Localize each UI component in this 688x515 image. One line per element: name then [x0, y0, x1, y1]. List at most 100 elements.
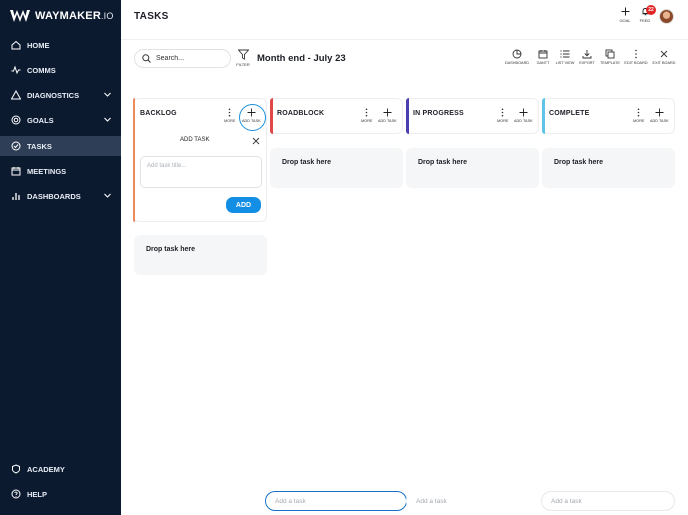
search-input[interactable] — [156, 55, 226, 62]
sidebar-item-label: DIAGNOSTICS — [27, 90, 80, 100]
chevron-down-icon — [104, 92, 111, 97]
sidebar: WAYMAKER.IO HOME COMMS DIAGNOSTICS GOALS… — [0, 0, 121, 515]
plus-icon — [655, 108, 664, 117]
add-task-label: ADD TASK — [378, 119, 397, 123]
edit-board-button[interactable]: EDIT BOARD — [623, 49, 649, 65]
tool-label: LIST VIEW — [555, 61, 575, 65]
drop-zone-backlog[interactable]: Drop task here — [134, 235, 267, 275]
column-backlog: BACKLOG MORE ADD TASK ADD TASK ADD — [133, 98, 267, 222]
sidebar-item-help[interactable]: HELP — [0, 484, 121, 504]
feed-button[interactable]: 22 FEED — [636, 5, 656, 23]
column-add-task-button[interactable]: ADD TASK — [378, 108, 397, 123]
home-icon — [10, 40, 21, 51]
column-more-button[interactable]: MORE — [633, 108, 644, 123]
sidebar-item-meetings[interactable]: MEETINGS — [0, 161, 121, 181]
column-add-task-button[interactable]: ADD TASK — [242, 108, 261, 123]
brand-logo[interactable]: WAYMAKER.IO — [10, 9, 114, 23]
column-roadblock: ROADBLOCK MORE ADD TASK — [270, 98, 403, 134]
download-icon — [582, 50, 592, 59]
tool-label: EXPORT — [579, 61, 595, 65]
sidebar-item-tasks[interactable]: TASKS — [0, 136, 121, 156]
tool-label: DASHBOARD — [505, 61, 530, 65]
brand-name: WAYMAKER — [35, 10, 101, 22]
pulse-icon — [10, 65, 21, 76]
column-accent — [133, 98, 135, 222]
column-complete: COMPLETE MORE ADD TASK — [542, 98, 675, 134]
drop-zone-in-progress[interactable]: Drop task here — [406, 148, 539, 188]
sidebar-item-label: ACADEMY — [27, 464, 65, 474]
more-label: MORE — [497, 119, 509, 123]
calendar-icon — [10, 166, 21, 177]
more-vertical-icon — [228, 108, 231, 117]
sidebar-item-label: GOALS — [27, 115, 54, 125]
search-icon — [142, 54, 151, 63]
calendar-icon — [538, 50, 548, 59]
column-accent — [270, 98, 273, 134]
plus-icon — [519, 108, 528, 117]
list-icon — [560, 50, 570, 58]
add-button[interactable]: ADD — [226, 197, 261, 213]
add-task-label: ADD TASK — [242, 119, 261, 123]
column-accent — [542, 98, 545, 134]
add-a-task-input-roadblock[interactable] — [265, 491, 407, 511]
add-a-task-input-in-progress[interactable] — [406, 491, 538, 511]
tool-label: TEMPLATE — [600, 61, 620, 65]
drop-zone-complete[interactable]: Drop task here — [542, 148, 675, 188]
more-label: MORE — [361, 119, 373, 123]
sidebar-item-diagnostics[interactable]: DIAGNOSTICS — [0, 85, 121, 105]
sidebar-item-academy[interactable]: ACADEMY — [0, 459, 121, 479]
help-icon — [10, 489, 21, 500]
sidebar-item-label: DASHBOARDS — [27, 191, 81, 201]
sidebar-item-dashboards[interactable]: DASHBOARDS — [0, 186, 121, 206]
filter-icon — [237, 49, 249, 60]
plus-icon — [247, 108, 256, 117]
board-title: Month end - July 23 — [257, 53, 346, 64]
export-button[interactable]: EXPORT — [578, 49, 596, 65]
bar-chart-icon — [10, 191, 21, 202]
template-button[interactable]: TEMPLATE — [599, 49, 621, 65]
sidebar-item-comms[interactable]: COMMS — [0, 60, 121, 80]
chevron-down-icon — [104, 193, 111, 198]
sidebar-item-goals[interactable]: GOALS — [0, 110, 121, 130]
more-vertical-icon — [365, 108, 368, 117]
add-a-task-input-complete[interactable] — [541, 491, 675, 511]
new-goal-button[interactable]: GOAL — [616, 7, 634, 23]
more-label: MORE — [633, 119, 645, 123]
close-icon[interactable] — [252, 137, 260, 145]
task-title-input[interactable] — [140, 156, 262, 188]
gantt-button[interactable]: GANTT — [534, 49, 552, 65]
column-more-button[interactable]: MORE — [497, 108, 508, 123]
sidebar-item-label: MEETINGS — [27, 166, 67, 176]
plus-icon — [383, 108, 392, 117]
pie-chart-icon — [512, 49, 522, 59]
column-title: BACKLOG — [140, 110, 177, 117]
chevron-down-icon — [104, 117, 111, 122]
sidebar-item-label: TASKS — [27, 141, 52, 151]
filter-button[interactable]: FILTER — [235, 49, 251, 67]
list-view-button[interactable]: LIST VIEW — [554, 49, 576, 65]
goal-label: GOAL — [619, 18, 631, 23]
drop-zone-roadblock[interactable]: Drop task here — [270, 148, 403, 188]
tool-label: GANTT — [536, 61, 550, 65]
target-icon — [10, 115, 21, 126]
plus-icon — [621, 7, 629, 16]
sidebar-item-label: HOME — [27, 40, 50, 50]
column-add-task-button[interactable]: ADD TASK — [650, 108, 669, 123]
sidebar-item-label: HELP — [27, 489, 48, 499]
column-accent — [406, 98, 409, 134]
page-title: TASKS — [134, 11, 169, 22]
avatar[interactable] — [659, 9, 674, 24]
sidebar-item-home[interactable]: HOME — [0, 35, 121, 55]
column-more-button[interactable]: MORE — [224, 108, 235, 123]
column-add-task-button[interactable]: ADD TASK — [514, 108, 533, 123]
feed-label: FEED — [639, 18, 651, 23]
shield-icon — [10, 464, 21, 475]
column-more-button[interactable]: MORE — [361, 108, 372, 123]
dashboard-button[interactable]: DASHBOARD — [505, 49, 529, 65]
brand-suffix: .IO — [100, 11, 114, 21]
filter-label: FILTER — [236, 62, 250, 67]
column-title: IN PROGRESS — [413, 110, 464, 117]
top-header: TASKS GOAL 22 FEED — [121, 0, 688, 40]
exit-board-button[interactable]: EXIT BOARD — [651, 49, 677, 65]
feed-count-badge: 22 — [646, 5, 656, 15]
